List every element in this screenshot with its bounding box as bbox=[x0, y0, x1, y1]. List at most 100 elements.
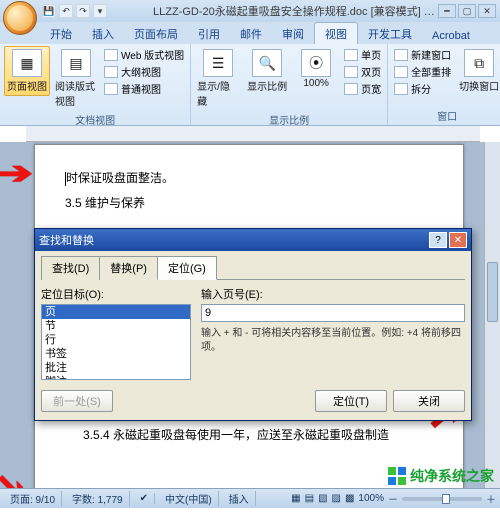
doc-text: 3.5.4 永磁起重吸盘每使用一年，应送至永磁起重吸盘制造 bbox=[65, 424, 433, 447]
reading-layout-label: 阅读版式视图 bbox=[55, 78, 97, 108]
zoom-icon: 🔍 bbox=[252, 49, 282, 77]
show-hide-icon: ☰ bbox=[203, 49, 233, 77]
show-hide-label: 显示/隐藏 bbox=[197, 78, 239, 108]
dialog-tabs: 查找(D) 替换(P) 定位(G) bbox=[41, 255, 465, 280]
close-button[interactable]: 关闭 bbox=[393, 390, 465, 412]
page-number-input[interactable] bbox=[201, 304, 465, 322]
page-width-button[interactable]: 页宽 bbox=[342, 80, 383, 97]
maximize-button[interactable]: ▢ bbox=[458, 4, 476, 18]
one-page-icon bbox=[344, 49, 358, 61]
zoom-button[interactable]: 🔍 显示比例 bbox=[244, 46, 290, 96]
tab-layout[interactable]: 页面布局 bbox=[124, 23, 188, 44]
close-button[interactable]: ✕ bbox=[478, 4, 496, 18]
goto-button[interactable]: 定位(T) bbox=[315, 390, 387, 412]
zoom-slider[interactable] bbox=[402, 497, 482, 501]
title-bar: 💾 ↶ ↷ ▾ LLZZ-GD-20永磁起重吸盘安全操作规程.doc [兼容模式… bbox=[0, 0, 500, 22]
tab-goto[interactable]: 定位(G) bbox=[157, 256, 217, 280]
view-reading-icon[interactable]: ▤ bbox=[305, 493, 314, 504]
dialog-close-button[interactable]: ✕ bbox=[449, 232, 467, 248]
two-page-button[interactable]: 双页 bbox=[342, 63, 383, 80]
doc-text: 3.5 维护与保养 bbox=[65, 192, 433, 215]
view-draft-icon[interactable]: ▩ bbox=[345, 493, 354, 504]
tab-view[interactable]: 视图 bbox=[314, 22, 358, 44]
web-layout-icon bbox=[104, 49, 118, 61]
draft-button[interactable]: 普通视图 bbox=[102, 80, 186, 97]
switch-windows-label: 切换窗口 bbox=[459, 78, 499, 93]
new-window-icon bbox=[394, 49, 408, 61]
list-item[interactable]: 脚注 bbox=[42, 375, 190, 380]
view-print-icon[interactable]: ▦ bbox=[291, 493, 300, 504]
vertical-scrollbar[interactable] bbox=[484, 142, 500, 488]
group-window: 新建窗口 全部重排 拆分 ⧉ 切换窗口 窗口 bbox=[388, 44, 500, 125]
status-language[interactable]: 中文(中国) bbox=[159, 491, 219, 506]
print-layout-button[interactable]: ▦ 页面视图 bbox=[4, 46, 50, 96]
outline-icon bbox=[104, 66, 118, 78]
group-label: 窗口 bbox=[392, 107, 500, 125]
zoom-in-button[interactable]: ＋ bbox=[486, 491, 496, 506]
zoom-100-button[interactable]: ⦿ 100% bbox=[293, 46, 339, 92]
zoom-out-button[interactable]: － bbox=[388, 491, 398, 506]
dialog-help-button[interactable]: ? bbox=[429, 232, 447, 248]
quick-access-toolbar: 💾 ↶ ↷ ▾ bbox=[42, 4, 107, 18]
tab-review[interactable]: 审阅 bbox=[272, 23, 314, 44]
qat-more-icon[interactable]: ▾ bbox=[93, 4, 107, 18]
previous-button[interactable]: 前一处(S) bbox=[41, 390, 113, 412]
print-layout-label: 页面视图 bbox=[7, 78, 47, 93]
one-page-button[interactable]: 单页 bbox=[342, 46, 383, 63]
web-layout-button[interactable]: Web 版式视图 bbox=[102, 46, 186, 63]
reading-layout-button[interactable]: ▤ 阅读版式视图 bbox=[53, 46, 99, 111]
status-bar: 页面: 9/10 字数: 1,779 ✔ 中文(中国) 插入 ▦ ▤ ▧ ▨ ▩… bbox=[0, 488, 500, 508]
minimize-button[interactable]: ━ bbox=[438, 4, 456, 18]
tab-acrobat[interactable]: Acrobat bbox=[422, 27, 480, 44]
window-title: LLZZ-GD-20永磁起重吸盘安全操作规程.doc [兼容模式] - Micr… bbox=[113, 3, 438, 19]
status-words[interactable]: 字数: 1,779 bbox=[66, 491, 130, 506]
dialog-titlebar[interactable]: 查找和替换 ? ✕ bbox=[35, 229, 471, 251]
zoom-label: 显示比例 bbox=[247, 78, 287, 93]
tab-home[interactable]: 开始 bbox=[40, 23, 82, 44]
ribbon: ▦ 页面视图 ▤ 阅读版式视图 Web 版式视图 大纲视图 普通视图 文档视图 … bbox=[0, 44, 500, 126]
split-icon bbox=[394, 83, 408, 95]
zoom-level[interactable]: 100% bbox=[358, 493, 384, 504]
zoom-100-label: 100% bbox=[303, 78, 329, 89]
goto-target-list[interactable]: 页 节 行 书签 批注 脚注 bbox=[41, 304, 191, 380]
list-item[interactable]: 节 bbox=[42, 319, 190, 333]
two-page-icon bbox=[344, 66, 358, 78]
status-proof-icon[interactable]: ✔ bbox=[134, 493, 155, 504]
ribbon-tabs: 开始 插入 页面布局 引用 邮件 审阅 视图 开发工具 Acrobat bbox=[0, 22, 500, 44]
undo-icon[interactable]: ↶ bbox=[59, 4, 73, 18]
tab-references[interactable]: 引用 bbox=[188, 23, 230, 44]
status-page[interactable]: 页面: 9/10 bbox=[4, 491, 62, 506]
goto-target-label: 定位目标(O): bbox=[41, 286, 191, 302]
group-document-views: ▦ 页面视图 ▤ 阅读版式视图 Web 版式视图 大纲视图 普通视图 文档视图 bbox=[0, 44, 191, 125]
page-number-label: 输入页号(E): bbox=[201, 286, 465, 302]
arrange-all-icon bbox=[394, 66, 408, 78]
switch-windows-button[interactable]: ⧉ 切换窗口 bbox=[456, 46, 500, 96]
zoom-100-icon: ⦿ bbox=[301, 49, 331, 77]
list-item[interactable]: 行 bbox=[42, 333, 190, 347]
arrange-all-button[interactable]: 全部重排 bbox=[392, 63, 453, 80]
draft-icon bbox=[104, 83, 118, 95]
tab-replace[interactable]: 替换(P) bbox=[99, 256, 158, 280]
tab-find[interactable]: 查找(D) bbox=[41, 256, 100, 280]
list-item[interactable]: 批注 bbox=[42, 361, 190, 375]
view-web-icon[interactable]: ▧ bbox=[318, 493, 327, 504]
zoom-slider-knob[interactable] bbox=[442, 494, 450, 504]
split-button[interactable]: 拆分 bbox=[392, 80, 453, 97]
office-button[interactable] bbox=[3, 1, 37, 35]
redo-icon[interactable]: ↷ bbox=[76, 4, 90, 18]
outline-button[interactable]: 大纲视图 bbox=[102, 63, 186, 80]
horizontal-ruler[interactable] bbox=[26, 126, 480, 142]
scrollbar-thumb[interactable] bbox=[487, 262, 498, 322]
tab-insert[interactable]: 插入 bbox=[82, 23, 124, 44]
tab-developer[interactable]: 开发工具 bbox=[358, 23, 422, 44]
new-window-button[interactable]: 新建窗口 bbox=[392, 46, 453, 63]
list-item[interactable]: 书签 bbox=[42, 347, 190, 361]
goto-hint: 输入 + 和 - 可将相关内容移至当前位置。例如: +4 将前移四项。 bbox=[201, 327, 465, 355]
tab-mailings[interactable]: 邮件 bbox=[230, 23, 272, 44]
status-insert-mode[interactable]: 插入 bbox=[223, 491, 256, 506]
view-outline-icon[interactable]: ▨ bbox=[332, 493, 341, 504]
show-hide-button[interactable]: ☰ 显示/隐藏 bbox=[195, 46, 241, 111]
save-icon[interactable]: 💾 bbox=[42, 4, 56, 18]
list-item[interactable]: 页 bbox=[42, 305, 190, 319]
group-zoom: ☰ 显示/隐藏 🔍 显示比例 ⦿ 100% 单页 双页 页宽 显示比例 bbox=[191, 44, 388, 125]
